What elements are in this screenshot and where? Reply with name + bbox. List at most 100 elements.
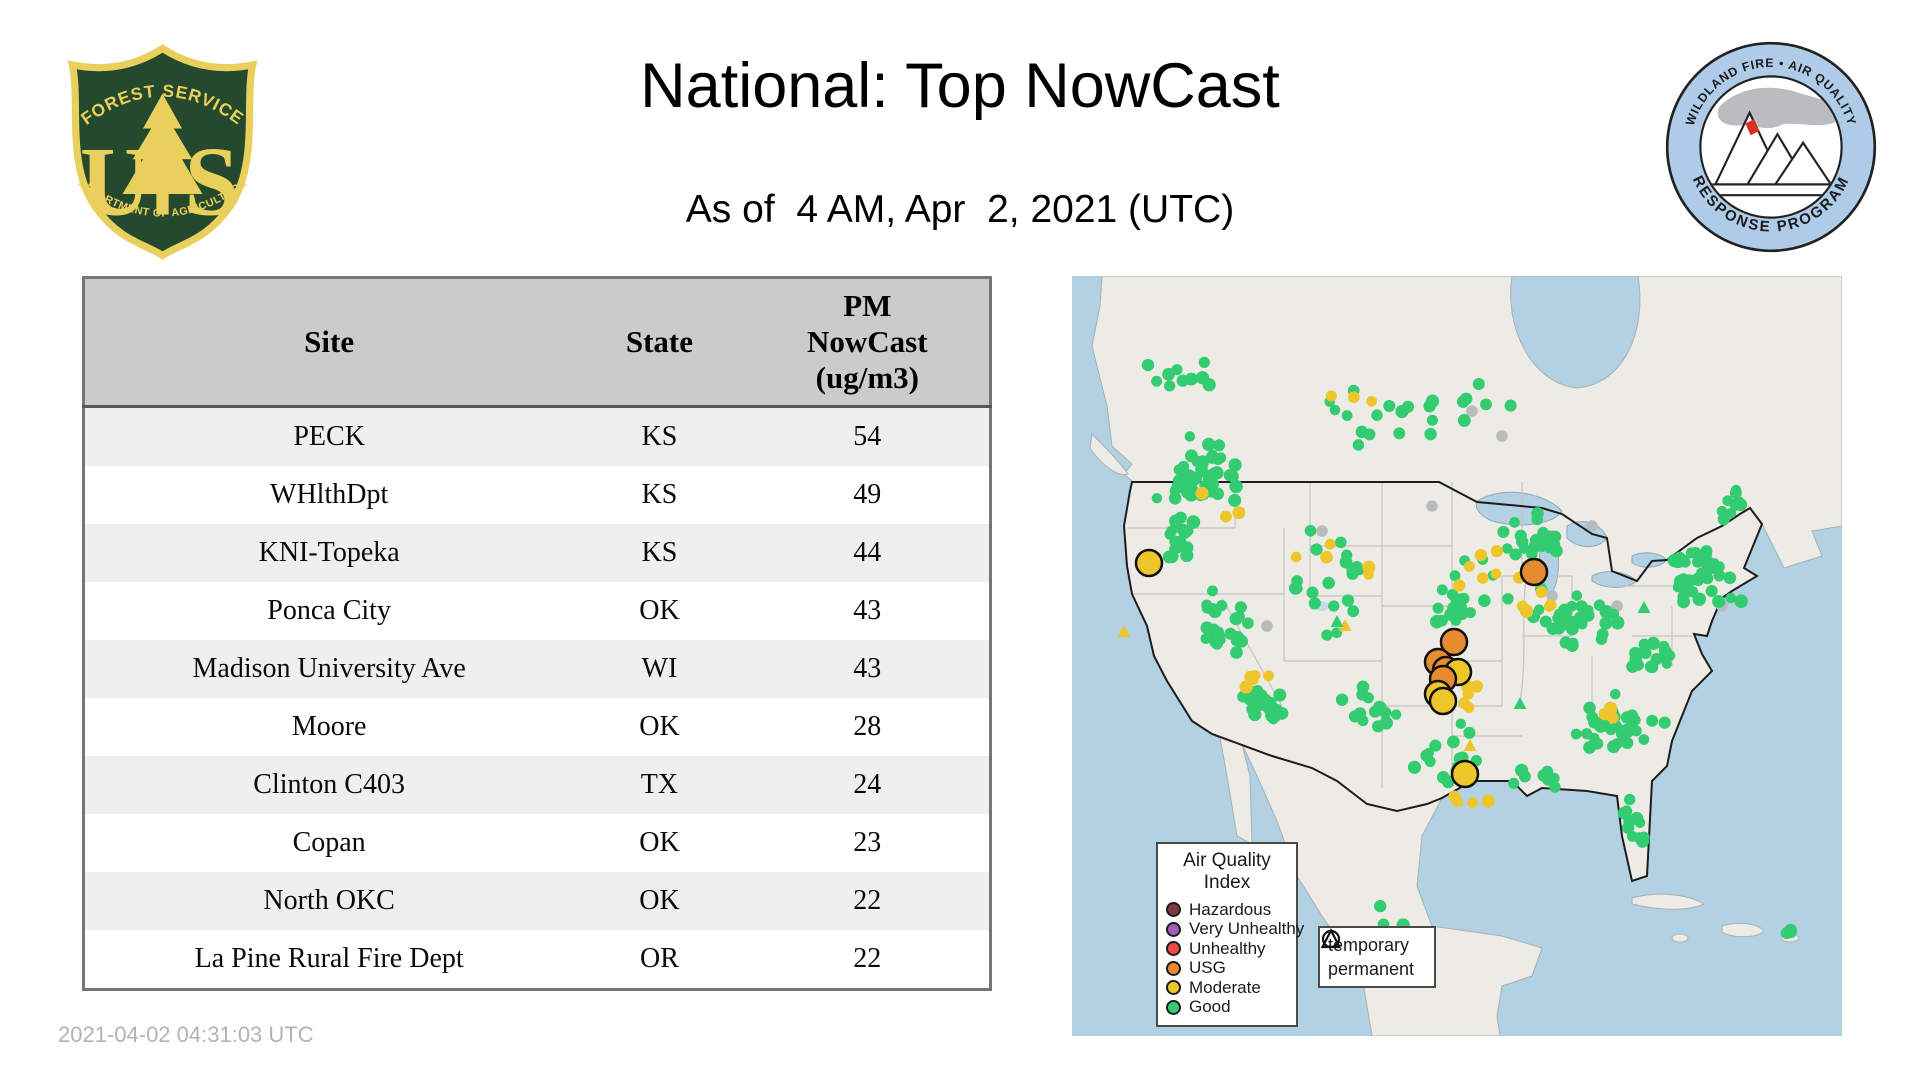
site-dot-good[interactable] <box>1543 540 1557 554</box>
site-dot-good[interactable] <box>1151 492 1163 504</box>
site-dot-moderate[interactable] <box>1290 551 1302 563</box>
site-dot-good[interactable] <box>1591 737 1604 750</box>
site-dot-good[interactable] <box>1610 688 1621 700</box>
site-dot-good[interactable] <box>1615 724 1628 737</box>
site-dot-good[interactable] <box>1224 627 1237 640</box>
site-dot-good[interactable] <box>1162 550 1176 564</box>
site-dot-good[interactable] <box>1638 638 1650 650</box>
site-dot-good[interactable] <box>1658 716 1671 729</box>
site-dot-good[interactable] <box>1200 621 1214 635</box>
site-dot-good[interactable] <box>1571 590 1583 601</box>
site-dot-good[interactable] <box>1200 633 1212 644</box>
site-dot-moderate[interactable] <box>1232 506 1246 520</box>
site-dot-good[interactable] <box>1423 747 1434 759</box>
site-dot-moderate[interactable] <box>1320 550 1333 564</box>
site-dot-good[interactable] <box>1689 546 1702 559</box>
site-dot-good[interactable] <box>1624 793 1636 806</box>
top-site-marker[interactable]: Madison University Ave <box>1519 557 1549 587</box>
site-dot-good[interactable] <box>1509 516 1520 528</box>
site-dot-good[interactable] <box>1558 611 1569 622</box>
site-dot-good[interactable] <box>1322 576 1335 590</box>
site-dot-good[interactable] <box>1169 514 1182 528</box>
site-dot-good[interactable] <box>1374 899 1387 913</box>
site-dot-moderate[interactable] <box>1325 390 1337 402</box>
site-dot-good[interactable] <box>1630 725 1642 737</box>
site-dot-good[interactable] <box>1201 599 1213 611</box>
site-dot-good[interactable] <box>1164 380 1176 392</box>
site-dot-good[interactable] <box>1539 615 1552 628</box>
site-dot-good[interactable] <box>1692 592 1707 606</box>
site-dot-good[interactable] <box>1478 594 1491 607</box>
site-dot-moderate[interactable] <box>1363 569 1374 580</box>
site-dot-good[interactable] <box>1407 760 1422 774</box>
site-dot-good[interactable] <box>1705 584 1718 598</box>
site-dot-good[interactable] <box>1166 525 1178 537</box>
site-dot-nodata[interactable] <box>1261 620 1273 632</box>
site-dot-good[interactable] <box>1202 437 1216 452</box>
site-dot-good[interactable] <box>1455 718 1467 729</box>
site-dot-good[interactable] <box>1230 646 1243 659</box>
site-dot-good[interactable] <box>1480 398 1492 411</box>
site-dot-good[interactable] <box>1508 777 1520 789</box>
site-dot-good[interactable] <box>1570 728 1582 740</box>
site-dot-good[interactable] <box>1335 693 1349 706</box>
top-site-marker[interactable]: Clinton C403 <box>1450 759 1480 789</box>
site-dot-good[interactable] <box>1514 529 1527 542</box>
site-dot-good[interactable] <box>1700 545 1713 557</box>
site-dot-good[interactable] <box>1588 716 1601 729</box>
site-dot-good[interactable] <box>1725 507 1737 519</box>
site-dot-good[interactable] <box>1393 427 1406 440</box>
site-dot-good[interactable] <box>1447 735 1460 749</box>
site-dot-nodata[interactable] <box>1586 520 1598 532</box>
site-dot-good[interactable] <box>1658 640 1670 652</box>
site-dot-good[interactable] <box>1456 395 1470 408</box>
site-dot-good[interactable] <box>1229 612 1243 626</box>
site-dot-good[interactable] <box>1430 614 1444 629</box>
site-dot-good[interactable] <box>1354 707 1367 720</box>
site-dot-good[interactable] <box>1162 367 1176 381</box>
site-dot-good[interactable] <box>1401 400 1415 413</box>
site-dot-good[interactable] <box>1542 775 1554 786</box>
site-dot-good[interactable] <box>1335 536 1347 549</box>
site-dot-moderate[interactable] <box>1195 486 1209 500</box>
site-dot-good[interactable] <box>1371 409 1383 421</box>
site-dot-good[interactable] <box>1514 763 1529 777</box>
site-dot-nodata[interactable] <box>1316 525 1328 537</box>
site-dot-moderate[interactable] <box>1366 395 1378 407</box>
site-dot-good[interactable] <box>1646 714 1659 727</box>
site-dot-good[interactable] <box>1321 629 1333 641</box>
site-dot-good[interactable] <box>1289 581 1302 595</box>
top-site-marker[interactable]: La Pine Rural Fire Dept <box>1134 548 1164 578</box>
site-dot-moderate[interactable] <box>1219 510 1232 523</box>
site-dot-nodata[interactable] <box>1426 500 1438 512</box>
site-dot-good[interactable] <box>1629 656 1642 668</box>
site-dot-moderate[interactable] <box>1535 586 1548 599</box>
site-dot-good[interactable] <box>1216 599 1228 612</box>
site-dot-good[interactable] <box>1581 728 1593 740</box>
site-dot-good[interactable] <box>1304 524 1317 537</box>
site-dot-moderate[interactable] <box>1476 572 1489 584</box>
site-dot-good[interactable] <box>1207 585 1218 597</box>
site-dot-moderate[interactable] <box>1448 790 1461 803</box>
site-dot-good[interactable] <box>1620 711 1634 724</box>
site-dot-good[interactable] <box>1184 431 1196 442</box>
site-dot-moderate[interactable] <box>1263 670 1274 682</box>
site-dot-good[interactable] <box>1379 706 1392 719</box>
site-dot-good[interactable] <box>1630 813 1643 825</box>
site-dot-good[interactable] <box>1722 495 1734 507</box>
site-dot-moderate[interactable] <box>1463 560 1475 572</box>
site-dot-good[interactable] <box>1712 595 1726 608</box>
site-dot-good[interactable] <box>1212 626 1225 639</box>
site-dot-good[interactable] <box>1573 611 1587 625</box>
site-dot-good[interactable] <box>1730 484 1742 496</box>
site-dot-good[interactable] <box>1502 593 1514 605</box>
site-dot-good[interactable] <box>1141 358 1155 372</box>
site-dot-good[interactable] <box>1341 410 1353 421</box>
site-dot-good[interactable] <box>1457 609 1468 620</box>
site-dot-good[interactable] <box>1607 740 1621 754</box>
site-dot-good[interactable] <box>1362 692 1374 704</box>
site-dot-good[interactable] <box>1328 600 1340 612</box>
site-dot-moderate[interactable] <box>1347 391 1360 404</box>
site-dot-good[interactable] <box>1171 541 1183 554</box>
site-dot-good[interactable] <box>1425 394 1440 408</box>
